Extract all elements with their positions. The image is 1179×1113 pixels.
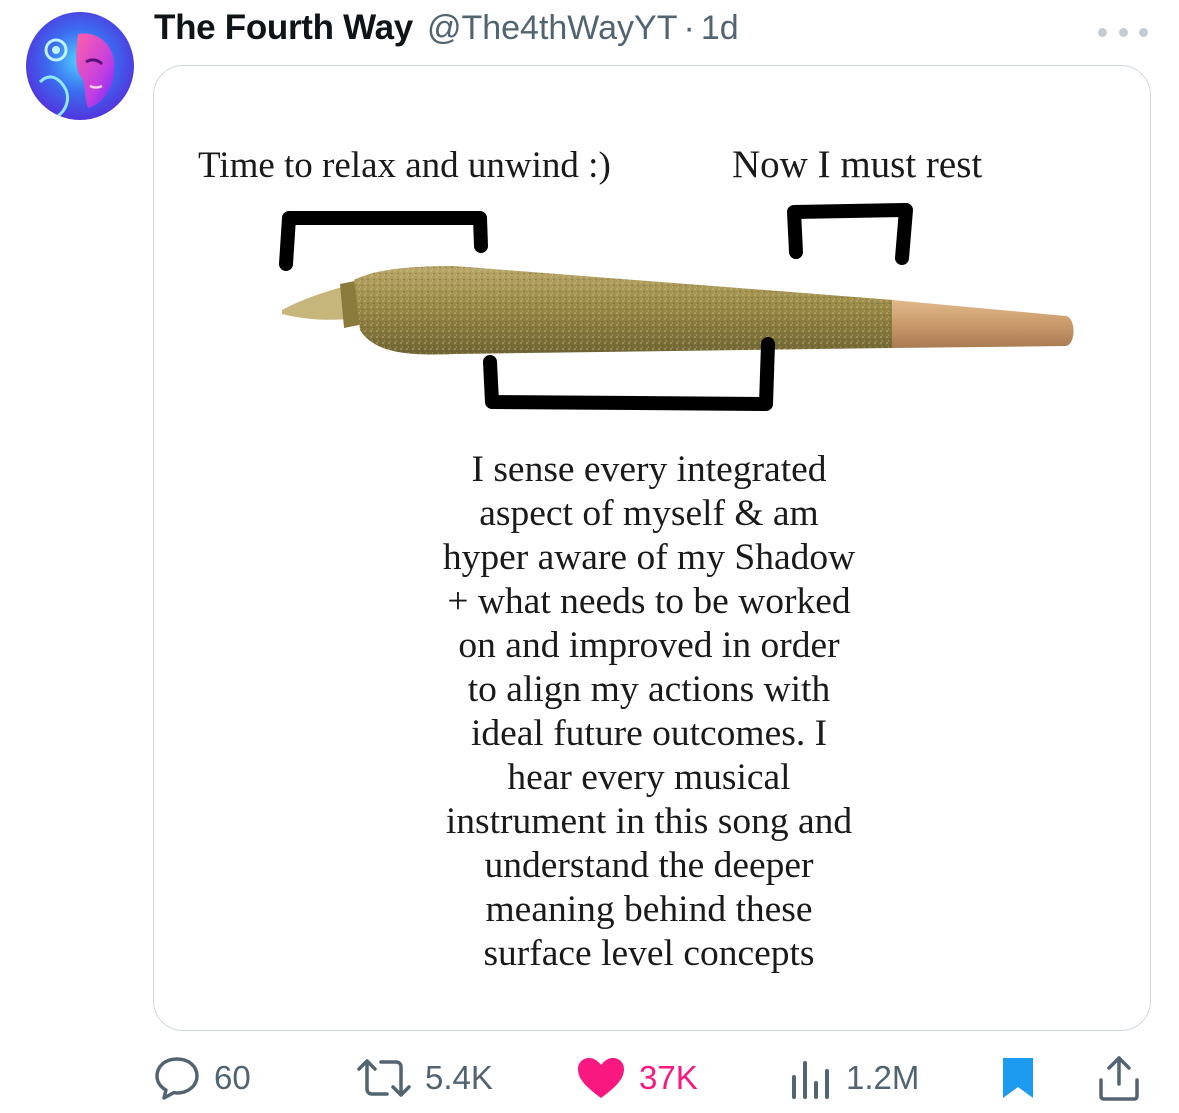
tweet-header: The Fourth Way @The4thWayYT · 1d	[154, 8, 739, 52]
heart-icon	[578, 1058, 624, 1098]
bookmark-icon	[1003, 1058, 1033, 1098]
caption-line: understand the deeper	[484, 845, 814, 886]
like-button[interactable]: 37K	[575, 1050, 698, 1106]
caption-line: surface level concepts	[483, 933, 815, 974]
retweet-button[interactable]: 5.4K	[355, 1050, 493, 1106]
more-icon[interactable]	[1098, 22, 1148, 42]
caption-line: ideal future outcomes. I	[470, 713, 828, 754]
views-count: 1.2M	[846, 1059, 920, 1096]
author-display-name[interactable]: The Fourth Way	[154, 8, 413, 48]
caption-line: on and improved in order	[458, 625, 840, 666]
header-separator: ·	[683, 9, 695, 47]
share-icon	[1099, 1056, 1139, 1101]
bookmark-button[interactable]	[1000, 1050, 1036, 1106]
views-chart-icon	[792, 1061, 829, 1099]
tweet-action-bar: 60 5.4K 37K 1.2M	[0, 1050, 1179, 1106]
tweet-timestamp[interactable]: 1d	[701, 9, 739, 48]
caption-line: meaning behind these	[485, 889, 813, 930]
author-handle[interactable]: @The4thWayYT	[427, 9, 678, 48]
reply-button[interactable]: 60	[152, 1050, 251, 1106]
caption-line: hear every musical	[507, 757, 791, 798]
bracket-left	[279, 211, 488, 271]
caption-line: I sense every integrated	[471, 449, 827, 490]
caption-line: + what needs to be worked	[447, 581, 851, 622]
caption-line: hyper aware of my Shadow	[442, 537, 856, 578]
retweet-count: 5.4K	[425, 1059, 493, 1096]
caption-line: to align my actions with	[467, 669, 831, 710]
retweet-icon	[357, 1059, 411, 1097]
bracket-right	[787, 203, 913, 265]
like-count: 37K	[639, 1059, 698, 1096]
caption-line: instrument in this song and	[445, 801, 853, 842]
tweet-media[interactable]: Time to relax and unwind :) Now I must r…	[153, 65, 1151, 1031]
avatar[interactable]	[26, 12, 134, 120]
reply-icon	[155, 1057, 199, 1100]
caption-line: aspect of myself & am	[479, 493, 819, 534]
avatar-image	[26, 12, 134, 120]
bracket-bottom	[483, 337, 775, 411]
meme-caption: I sense every integrated aspect of mysel…	[364, 448, 934, 976]
share-button[interactable]	[1096, 1050, 1142, 1106]
views-button[interactable]: 1.2M	[788, 1050, 919, 1106]
reply-count: 60	[214, 1059, 251, 1096]
